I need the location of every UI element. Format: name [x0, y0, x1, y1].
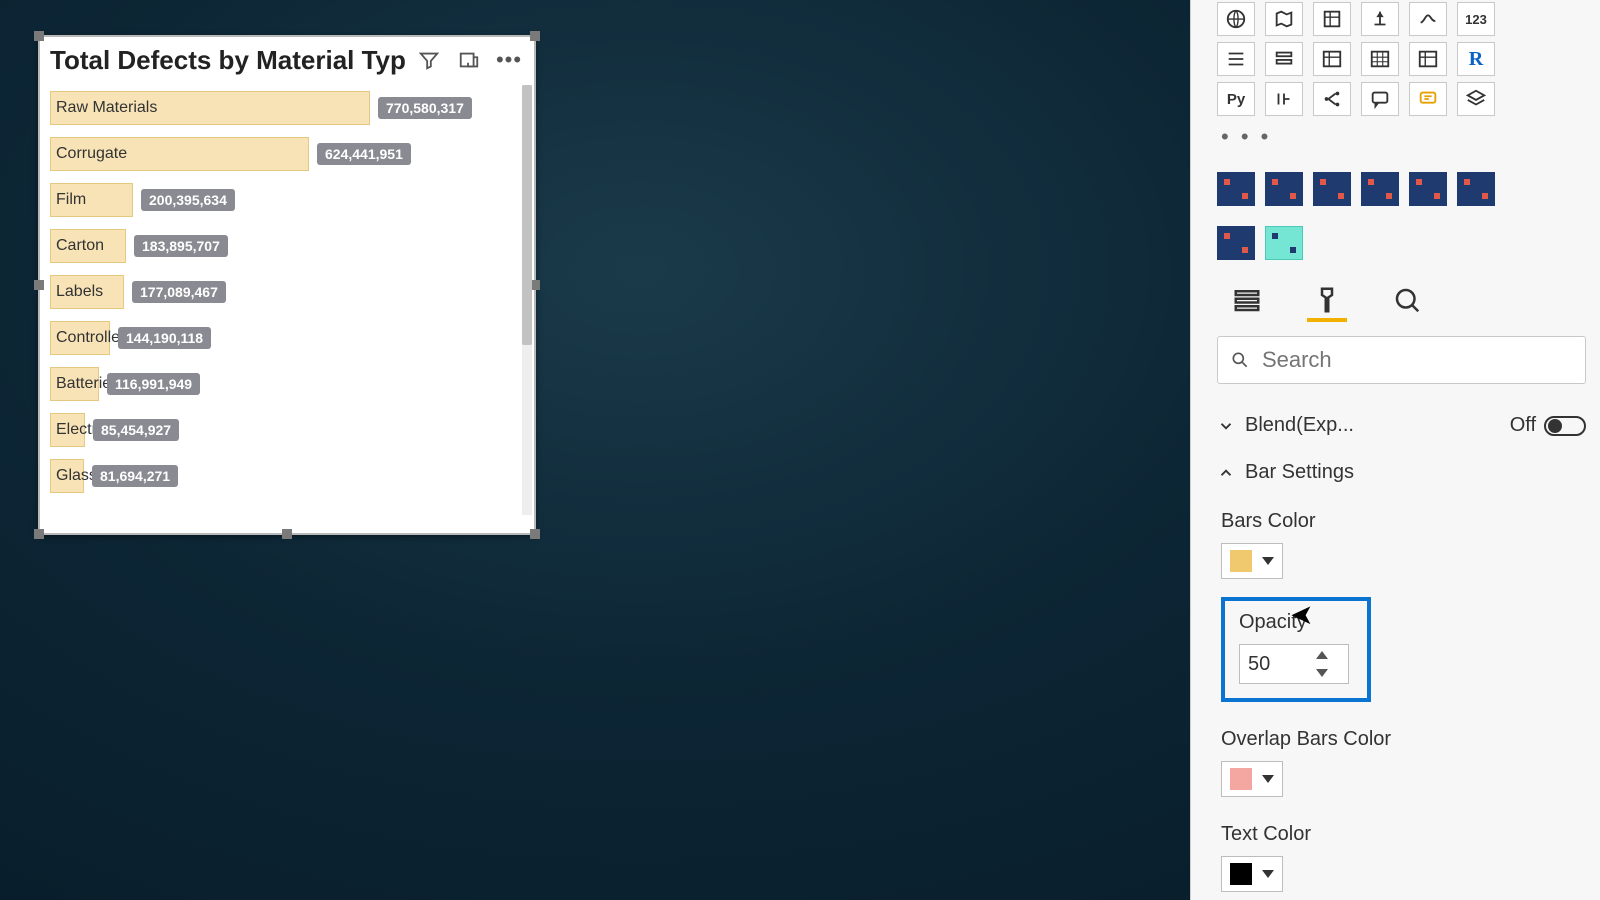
viz-type-table-icon[interactable] — [1313, 42, 1351, 76]
more-options-icon[interactable]: ••• — [496, 47, 522, 73]
custom-visual-5-icon[interactable] — [1409, 172, 1447, 206]
bar-value-label: 144,190,118 — [118, 327, 211, 349]
toggle-state-label: Off — [1510, 414, 1536, 437]
bar-row[interactable]: Labels 177,089,467 — [50, 269, 528, 315]
text-color-label: Text Color — [1221, 823, 1586, 846]
bar-value-label: 85,454,927 — [93, 419, 179, 441]
custom-visual-4-icon[interactable] — [1361, 172, 1399, 206]
bars-color-label: Bars Color — [1221, 510, 1586, 533]
filter-icon[interactable] — [416, 47, 442, 73]
toggle-switch[interactable] — [1544, 416, 1586, 436]
scrollbar-thumb[interactable] — [522, 85, 532, 345]
visualization-gallery: 123 R Py • • • — [1217, 2, 1586, 260]
custom-visual-1-icon[interactable] — [1217, 172, 1255, 206]
bar-chart-visual[interactable]: Total Defects by Material Typ ••• Raw Ma… — [38, 35, 536, 535]
bar-chart-plot: Raw Materials 770,580,317 Corrugate 624,441… — [40, 81, 534, 533]
bar-value-label: 200,395,634 — [141, 189, 235, 211]
viz-type-multirow-card-icon[interactable] — [1217, 42, 1255, 76]
custom-visual-7-icon[interactable] — [1217, 226, 1255, 260]
bar-row[interactable]: Raw Materials 770,580,317 — [50, 85, 528, 131]
resize-handle[interactable] — [530, 31, 540, 41]
opacity-input[interactable] — [1240, 653, 1310, 676]
bar-row[interactable]: Controllers144,190,118 — [50, 315, 528, 361]
bar-row[interactable]: Glass81,694,271 — [50, 453, 528, 499]
opacity-label: Opacity — [1239, 611, 1353, 634]
bar-value-label: 770,580,317 — [378, 97, 472, 119]
viz-type-pivot-icon[interactable] — [1409, 42, 1447, 76]
overlap-bars-color-label: Overlap Bars Color — [1221, 728, 1586, 751]
bars-color-swatch — [1230, 550, 1252, 572]
bar-row[interactable]: Electrolytes85,454,927 — [50, 407, 528, 453]
opacity-field-highlight: Opacity — [1221, 597, 1371, 702]
visual-header: Total Defects by Material Typ ••• — [40, 37, 534, 81]
viz-type-narrative-icon[interactable] — [1409, 82, 1447, 116]
section-label: Blend(Exp... — [1245, 414, 1354, 437]
chevron-up-icon — [1217, 464, 1235, 482]
bar-row[interactable]: Batteries116,991,949 — [50, 361, 528, 407]
search-box[interactable] — [1217, 336, 1586, 384]
viz-type-slicer-icon[interactable] — [1265, 42, 1303, 76]
bar-row[interactable]: Film 200,395,634 — [50, 177, 528, 223]
bar-value-label: 116,991,949 — [107, 373, 200, 395]
fields-tab[interactable] — [1227, 282, 1267, 322]
section-bar-settings[interactable]: Bar Settings — [1217, 449, 1586, 496]
section-blend[interactable]: Blend(Exp... Off — [1217, 402, 1586, 449]
viz-type-globe-icon[interactable] — [1217, 2, 1255, 36]
custom-visual-3-icon[interactable] — [1313, 172, 1351, 206]
visual-title: Total Defects by Material Typ — [50, 45, 416, 76]
viz-type-gauge-icon[interactable] — [1361, 2, 1399, 36]
viz-type-paginated-icon[interactable] — [1457, 82, 1495, 116]
viz-type-shape-map-icon[interactable] — [1313, 2, 1351, 36]
search-input[interactable] — [1262, 347, 1573, 373]
viz-type-kpi-icon[interactable] — [1409, 2, 1447, 36]
text-color-picker[interactable] — [1221, 856, 1283, 892]
section-label: Bar Settings — [1245, 461, 1354, 484]
search-icon — [1230, 349, 1250, 371]
focus-mode-icon[interactable] — [456, 47, 482, 73]
bar-value-label: 624,441,951 — [317, 143, 411, 165]
bar-category-label: Raw Materials — [56, 91, 157, 125]
scrollbar[interactable] — [522, 85, 532, 515]
bar-value-label: 81,694,271 — [92, 465, 178, 487]
opacity-step-down[interactable] — [1310, 664, 1334, 682]
format-pane: 123 R Py • • • — [1190, 0, 1600, 900]
viz-type-card-icon[interactable]: 123 — [1457, 2, 1495, 36]
viz-type-python-icon[interactable]: Py — [1217, 82, 1255, 116]
chevron-down-icon — [1262, 870, 1274, 878]
custom-visual-2-icon[interactable] — [1265, 172, 1303, 206]
custom-visual-selected-icon[interactable] — [1265, 226, 1303, 260]
viz-gallery-more-icon[interactable]: • • • — [1217, 122, 1586, 152]
bar-category-label: Glass — [56, 459, 97, 493]
custom-visual-6-icon[interactable] — [1457, 172, 1495, 206]
chevron-down-icon — [1217, 417, 1235, 435]
bar-value-label: 183,895,707 — [134, 235, 228, 257]
pane-tabs — [1227, 282, 1586, 322]
viz-type-qa-icon[interactable] — [1361, 82, 1399, 116]
overlap-bars-color-picker[interactable] — [1221, 761, 1283, 797]
bar-category-label: Film — [56, 183, 86, 217]
bar-value-label: 177,089,467 — [132, 281, 226, 303]
bars-color-picker[interactable] — [1221, 543, 1283, 579]
opacity-step-up[interactable] — [1310, 646, 1334, 664]
bar-category-label: Carton — [56, 229, 104, 263]
chevron-down-icon — [1262, 557, 1274, 565]
viz-type-matrix-icon[interactable] — [1361, 42, 1399, 76]
report-canvas[interactable]: Total Defects by Material Typ ••• Raw Ma… — [0, 0, 1190, 900]
bar-row[interactable]: Corrugate 624,441,951 — [50, 131, 528, 177]
viz-type-filled-map-icon[interactable] — [1265, 2, 1303, 36]
chevron-down-icon — [1262, 775, 1274, 783]
format-tab[interactable] — [1307, 282, 1347, 322]
bar-category-label: Corrugate — [56, 137, 127, 171]
overlap-bars-color-swatch — [1230, 768, 1252, 790]
viz-type-r-script-icon[interactable]: R — [1457, 42, 1495, 76]
bar-settings-body: Bars Color Opacity Overlap Bars Color Te… — [1217, 510, 1586, 892]
resize-handle[interactable] — [34, 31, 44, 41]
viz-type-decomposition-icon[interactable] — [1313, 82, 1351, 116]
analytics-tab[interactable] — [1387, 282, 1427, 322]
bar-category-label: Labels — [56, 275, 103, 309]
viz-type-key-influencers-icon[interactable] — [1265, 82, 1303, 116]
text-color-swatch — [1230, 863, 1252, 885]
opacity-input-wrap[interactable] — [1239, 644, 1349, 684]
bar-row[interactable]: Carton 183,895,707 — [50, 223, 528, 269]
